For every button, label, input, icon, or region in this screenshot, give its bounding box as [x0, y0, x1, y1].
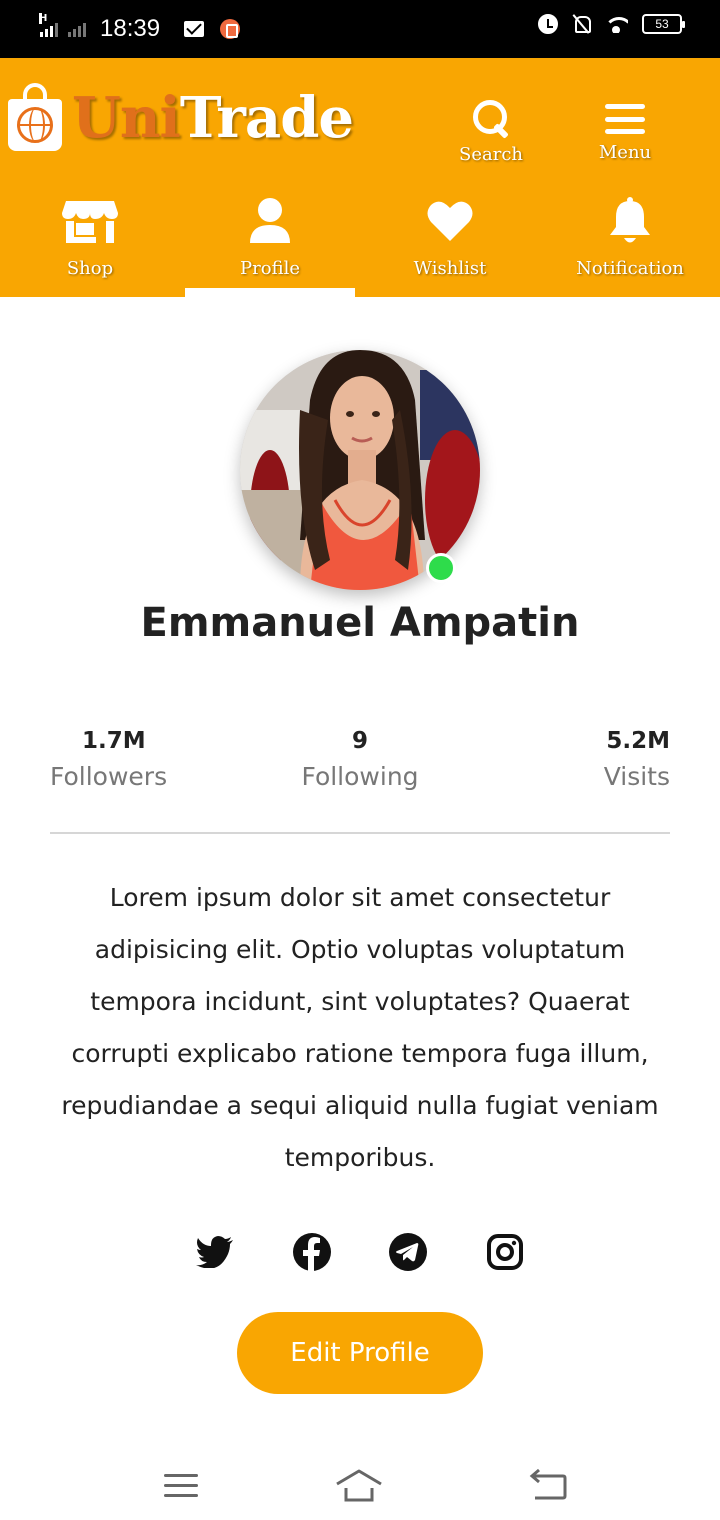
- battery-icon: 53: [642, 14, 685, 34]
- back-button[interactable]: [525, 1468, 575, 1508]
- search-button[interactable]: Search: [436, 98, 546, 172]
- menu-button[interactable]: Menu: [570, 98, 680, 172]
- status-bar: H 18:39 53: [0, 0, 720, 58]
- online-status-indicator: [426, 553, 456, 583]
- tab-profile[interactable]: Profile: [180, 188, 360, 297]
- brand-name-part1: Uni: [72, 85, 181, 151]
- tab-shop[interactable]: Shop: [0, 188, 180, 297]
- system-navigation-bar: [0, 1440, 720, 1520]
- tab-wishlist[interactable]: Wishlist: [360, 188, 540, 297]
- status-right: 53: [538, 14, 685, 34]
- facebook-icon[interactable]: [292, 1232, 332, 1272]
- stat-visits[interactable]: 5.2M Visits: [470, 728, 670, 791]
- heart-icon: [422, 196, 478, 246]
- search-label: Search: [459, 144, 523, 165]
- hamburger-menu-icon: [605, 100, 645, 138]
- brand-logo[interactable]: UniTrade: [8, 78, 354, 158]
- main-nav-tabs: Shop Profile Wishlist Notification: [0, 188, 720, 297]
- stat-followers[interactable]: 1.7M Followers: [50, 728, 250, 791]
- search-icon: [471, 98, 511, 140]
- profile-name: Emmanuel Ampatin: [140, 600, 580, 646]
- signal-strength-secondary-icon: [68, 21, 86, 37]
- status-left: H 18:39: [39, 12, 241, 46]
- network-type: H: [39, 13, 48, 24]
- stats-divider: [50, 832, 670, 834]
- instagram-icon[interactable]: [485, 1232, 525, 1272]
- tab-shop-label: Shop: [66, 258, 114, 279]
- battery-level: 53: [655, 17, 669, 31]
- menu-label: Menu: [598, 142, 652, 163]
- profile-bio: Lorem ipsum dolor sit amet consectetur a…: [61, 883, 659, 1172]
- brand-name-part2: Trade: [179, 85, 354, 151]
- shop-icon: [62, 196, 118, 246]
- followers-label: Followers: [50, 762, 168, 791]
- wifi-icon: [604, 15, 628, 33]
- followers-count: 1.7M: [82, 728, 146, 754]
- tab-notification-label: Notification: [576, 258, 684, 279]
- notifications-muted-icon: [572, 14, 591, 34]
- app-notification-icon: [220, 19, 241, 39]
- recent-apps-button[interactable]: [158, 1468, 208, 1508]
- following-label: Following: [301, 762, 419, 791]
- bell-icon: [602, 196, 658, 246]
- user-icon: [242, 196, 298, 246]
- alarm-icon: [538, 14, 558, 34]
- twitter-icon[interactable]: [195, 1232, 235, 1272]
- social-links: [195, 1232, 525, 1272]
- following-count: 9: [351, 728, 368, 754]
- visits-count: 5.2M: [606, 728, 670, 754]
- tab-wishlist-label: Wishlist: [413, 258, 487, 279]
- app-header: UniTrade Search Menu Shop Profile Wishli…: [0, 58, 720, 297]
- tab-profile-label: Profile: [240, 258, 300, 279]
- edit-profile-button[interactable]: Edit Profile: [237, 1312, 483, 1394]
- shopping-bag-globe-icon: [8, 83, 62, 153]
- tab-notification[interactable]: Notification: [540, 188, 720, 297]
- signal-strength-icon: H: [39, 13, 58, 37]
- home-button[interactable]: [334, 1468, 384, 1508]
- mail-notification-icon: [184, 21, 205, 37]
- visits-label: Visits: [603, 762, 670, 791]
- stat-following[interactable]: 9 Following: [260, 728, 460, 791]
- clock: 18:39: [100, 15, 161, 42]
- brand-name: UniTrade: [72, 90, 354, 146]
- telegram-icon[interactable]: [388, 1232, 428, 1272]
